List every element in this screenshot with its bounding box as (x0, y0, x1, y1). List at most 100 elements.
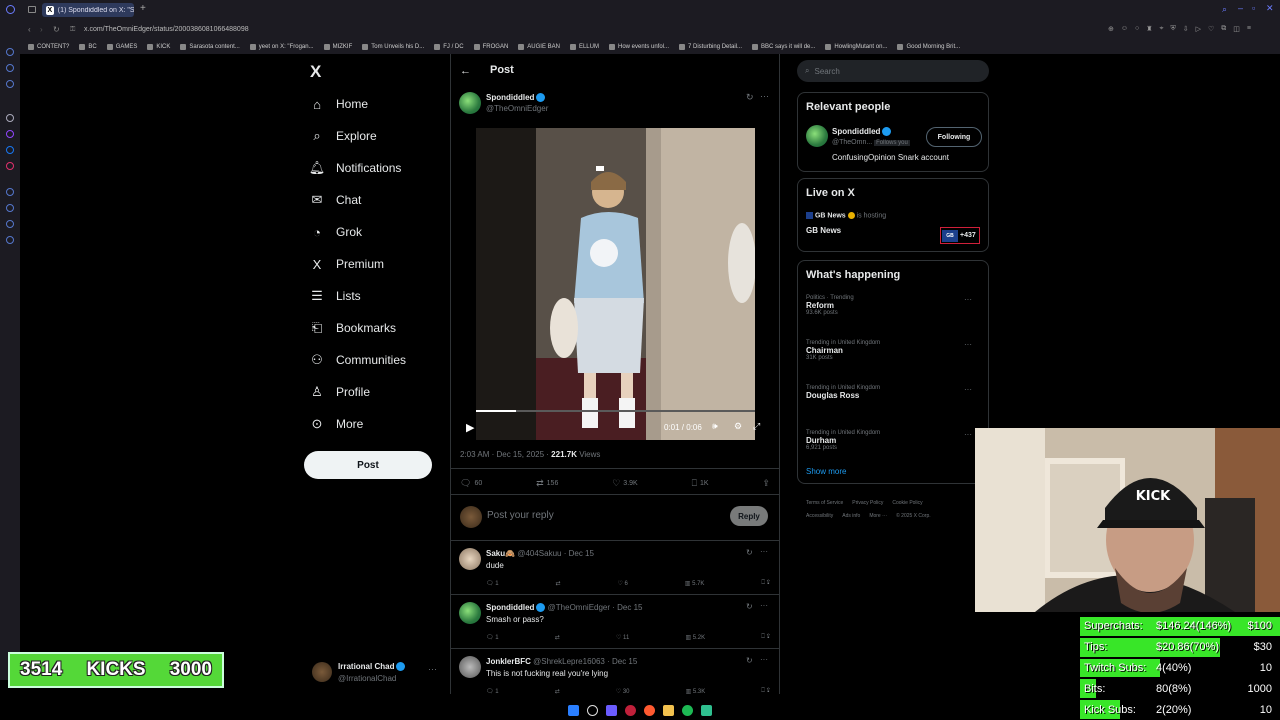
sidebar-messenger-icon[interactable] (6, 146, 14, 154)
footer-link[interactable]: © 2025 X Corp. (896, 513, 931, 519)
browser-tab-active[interactable]: X (1) Spondiddled on X: "Sm... (42, 3, 134, 17)
avatar[interactable] (459, 602, 481, 624)
more-dots-icon[interactable]: ··· (760, 655, 768, 664)
reply-input[interactable]: Post your reply (487, 510, 554, 521)
reply-author[interactable]: Saku🙈 (486, 549, 515, 558)
windows-start-icon[interactable] (568, 704, 579, 716)
sidebar-instagram-icon[interactable] (6, 162, 14, 170)
reply-handle[interactable]: @ShrekLepre16063 · Dec 15 (533, 657, 637, 666)
zoom-icon[interactable]: ⊕ (1108, 25, 1114, 33)
play-icon[interactable]: ▷ (1196, 25, 1201, 33)
like-action[interactable]: ♡ 6 (617, 580, 627, 587)
share-icon[interactable]: ⇪ (767, 580, 770, 586)
nav-item-lists[interactable]: ☰ Lists (310, 284, 361, 308)
bookmark-item[interactable]: Tom Unveils his D... (362, 44, 424, 50)
bookmark-item[interactable]: Sarasota content... (180, 44, 240, 50)
post-timestamp[interactable]: 2:03 AM · Dec 15, 2025 · (460, 450, 549, 459)
avatar[interactable] (806, 125, 828, 147)
bookmark-item[interactable]: FJ / DC (434, 44, 464, 50)
footer-link[interactable]: More ··· (869, 513, 887, 519)
emoji-icon[interactable]: ☺ (1121, 25, 1128, 33)
trend-item[interactable]: Trending in United Kingdom Douglas Ross … (806, 385, 982, 400)
play-icon[interactable]: ▶ (466, 421, 474, 434)
volume-icon[interactable]: 🕪 (712, 421, 718, 432)
reply-action[interactable]: 🗨 60 (460, 478, 482, 489)
app-icon[interactable] (701, 704, 712, 716)
nav-item-premium[interactable]: X Premium (310, 252, 384, 276)
bookmark-action[interactable]: ⎕ 1K (692, 478, 709, 489)
browser-icon[interactable] (644, 704, 655, 716)
plus-icon[interactable]: + (140, 3, 146, 14)
bookmark-item[interactable]: MIZKIF (323, 44, 352, 50)
nav-item-more[interactable]: ⊙ More (310, 412, 364, 436)
views-action[interactable]: ▥ 5.7K (685, 580, 705, 587)
search-icon[interactable]: ⌕ (1222, 4, 1227, 15)
bookmark-item[interactable]: FROGAN (473, 44, 508, 50)
share-action[interactable]: ⇪ (762, 478, 770, 489)
post-button[interactable]: Post (304, 451, 432, 479)
account-switcher[interactable]: Irrational Chad @IrrationalChad ··· (310, 660, 440, 688)
fullscreen-icon[interactable]: ⤢ (753, 421, 760, 432)
repost-action[interactable]: ⇄ 156 (536, 478, 558, 489)
bookmark-action[interactable]: ⎕ ⇪ (761, 580, 770, 587)
maximize-icon[interactable]: ▫ (1252, 3, 1255, 13)
share-icon[interactable]: ⇪ (767, 688, 770, 694)
footer-link[interactable]: Terms of Service (806, 500, 843, 506)
bookmark-item[interactable]: HowlingMutant on... (825, 44, 887, 50)
views-action[interactable]: ▥ 5.2K (685, 634, 705, 641)
reply-handle[interactable]: @TheOmniEdger · Dec 15 (548, 603, 643, 612)
more-dots-icon[interactable]: ··· (964, 430, 972, 439)
trend-item[interactable]: Politics · Trending Reform 93.6K posts ·… (806, 295, 982, 316)
bookmark-item[interactable]: AUGIE BAN (518, 44, 560, 50)
url-field[interactable]: x.com/TheOmniEdger/status/20003860810664… (84, 26, 249, 33)
sidebar-gear-icon[interactable] (6, 236, 14, 244)
reply-author[interactable]: Spondiddled (486, 603, 534, 612)
footer-link[interactable]: Accessibility (806, 513, 833, 519)
sidebar-twitch-icon[interactable] (6, 130, 14, 138)
back-arrow-icon[interactable]: ‹ (28, 25, 31, 34)
forward-arrow-icon[interactable]: › (40, 25, 43, 34)
share-icon[interactable]: ⇪ (767, 634, 770, 640)
search-input[interactable]: Search (814, 67, 839, 76)
live-listeners[interactable]: GB +437 (940, 227, 980, 244)
footer-link[interactable]: Cookie Policy (892, 500, 922, 506)
reply-action[interactable]: 🗨 1 (486, 688, 499, 695)
nav-item-explore[interactable]: ⌕ Explore (310, 124, 376, 148)
back-arrow-icon[interactable]: ← (460, 65, 471, 77)
folder-icon[interactable] (663, 704, 674, 716)
sidebar-chat-icon[interactable] (6, 64, 14, 72)
author-avatar[interactable] (459, 92, 481, 114)
shield-icon[interactable]: ⛨ (1171, 25, 1176, 33)
bookmark-item[interactable]: How events unfol... (608, 44, 669, 50)
bookmark-item[interactable]: BC (79, 44, 97, 50)
bookmark-item[interactable]: KICK (147, 44, 170, 50)
live-host[interactable]: GB News (815, 212, 846, 219)
more-dots-icon[interactable]: ··· (964, 295, 972, 304)
sidebar-ai-icon[interactable] (6, 80, 14, 88)
bookmark-action[interactable]: ⎕ ⇪ (761, 634, 770, 641)
more-dots-icon[interactable]: ··· (964, 385, 972, 394)
live-name[interactable]: GB News (806, 226, 841, 235)
tab-list-icon[interactable] (28, 6, 36, 13)
nav-item-home[interactable]: ⌂ Home (310, 92, 368, 116)
sidebar-notes-icon[interactable] (6, 220, 14, 228)
like-action[interactable]: ♡ 11 (616, 634, 629, 641)
more-dots-icon[interactable]: ··· (760, 547, 768, 556)
bookmark-item[interactable]: ELLUM (569, 44, 599, 50)
more-dots-icon[interactable]: ··· (760, 601, 768, 610)
nav-item-grok[interactable]: ◔ Grok (310, 220, 362, 244)
bookmark-item[interactable]: CONTENT? (28, 44, 69, 50)
views-action[interactable]: ▥ 5.3K (686, 688, 706, 695)
trend-item[interactable]: Trending in United Kingdom Durham 6,921 … (806, 430, 982, 451)
grok-icon[interactable]: ↻ (746, 92, 754, 103)
video-progress-track[interactable] (476, 410, 755, 412)
reply-action[interactable]: 🗨 1 (486, 580, 499, 587)
more-dots-icon[interactable]: ··· (428, 664, 437, 674)
show-more-link[interactable]: Show more (806, 467, 846, 476)
more-dots-icon[interactable]: ··· (760, 91, 769, 101)
nav-item-chat[interactable]: ✉ Chat (310, 188, 362, 212)
trend-item[interactable]: Trending in United Kingdom Chairman 31K … (806, 340, 982, 361)
discord-icon[interactable] (606, 704, 617, 716)
settings-icon[interactable]: ≡ (1247, 25, 1251, 33)
close-icon[interactable]: ✕ (1266, 3, 1274, 14)
